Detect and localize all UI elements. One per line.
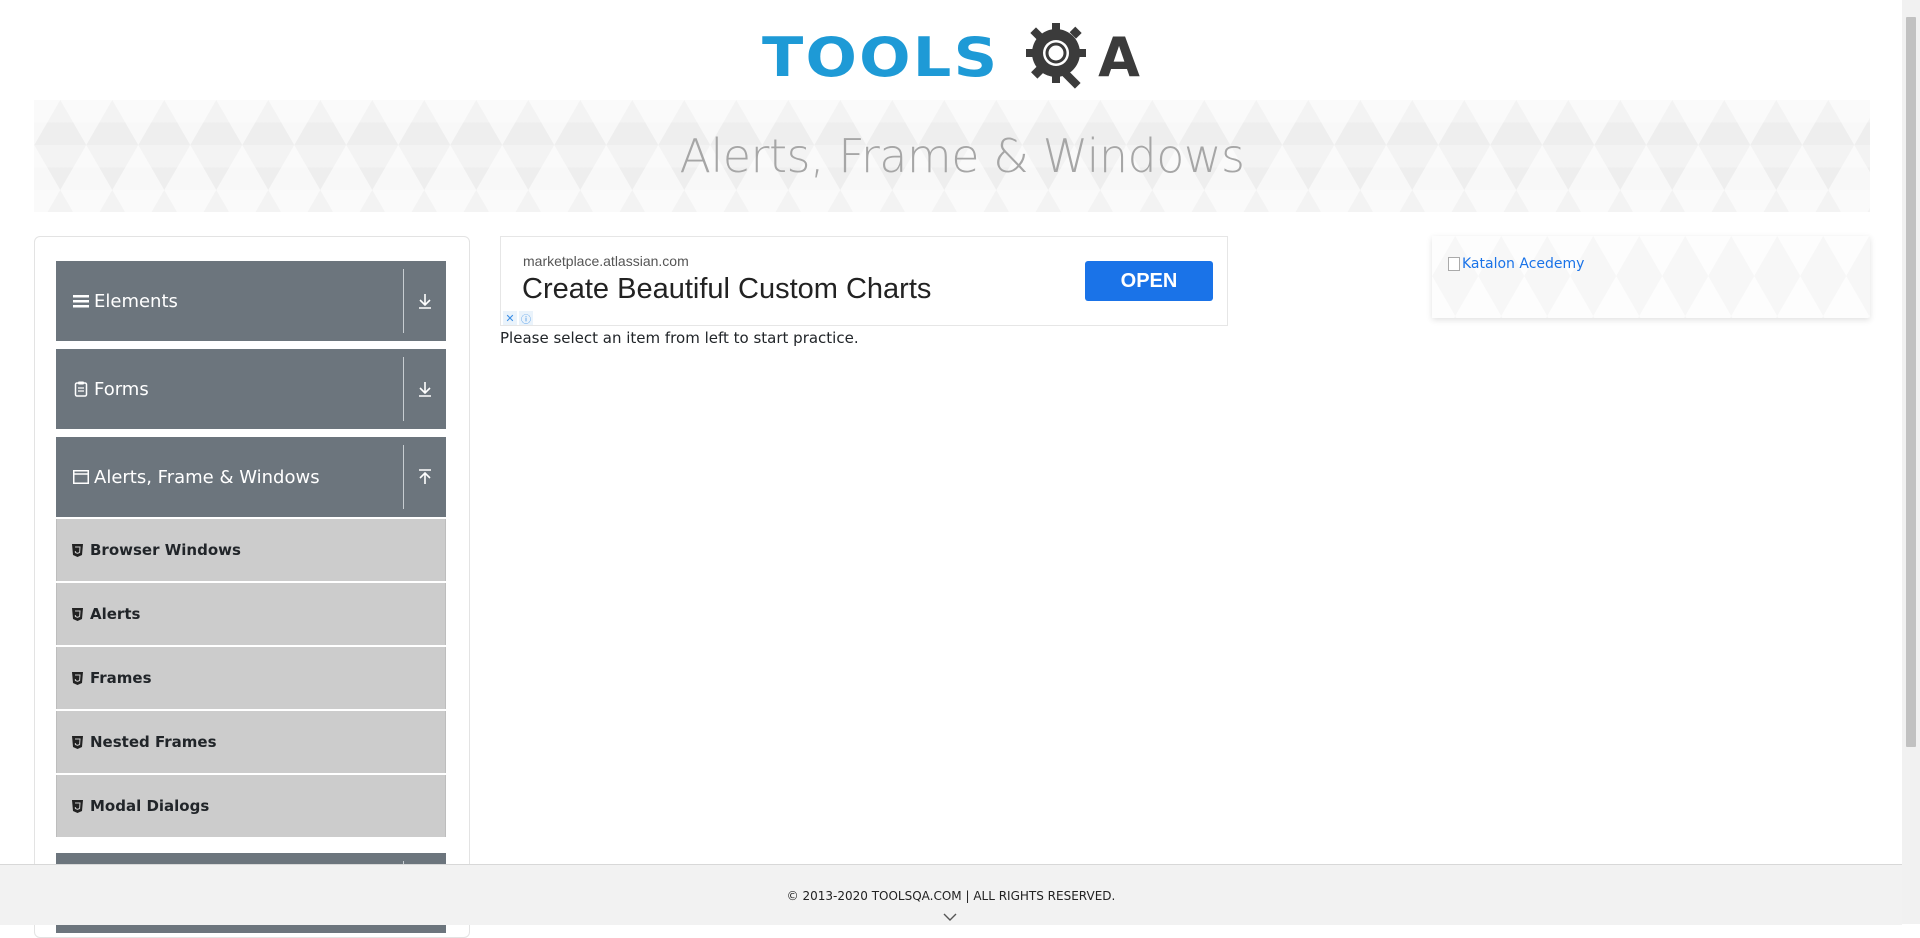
sidebar-item-frames[interactable]: Frames (56, 647, 446, 709)
sidebar-group-label: Forms (94, 378, 149, 400)
ad-info-icon[interactable]: ⓘ (519, 311, 533, 326)
practice-instruction: Please select an item from left to start… (500, 329, 859, 347)
ad-domain[interactable]: marketplace.atlassian.com (523, 253, 689, 269)
divider (403, 357, 404, 421)
right-ad-panel[interactable]: Katalon Acedemy (1432, 236, 1870, 318)
page-banner: Alerts, Frame & Windows (34, 100, 1870, 212)
window-icon (72, 468, 90, 486)
chevron-down-icon[interactable] (942, 911, 958, 923)
ad-banner[interactable]: marketplace.atlassian.com Create Beautif… (500, 236, 1228, 326)
katalon-academy-alt-text: Katalon Acedemy (1462, 256, 1585, 272)
sidebar-item-label: Nested Frames (90, 733, 217, 751)
sidebar-group-label: Elements (94, 290, 178, 312)
sidebar-group-elements[interactable]: Elements (56, 261, 446, 341)
scrollbar-thumb[interactable] (1906, 17, 1916, 747)
html5-icon (70, 542, 84, 558)
download-arrow-icon[interactable] (404, 292, 446, 310)
html5-icon (70, 606, 84, 622)
html5-icon (70, 734, 84, 750)
katalon-academy-link[interactable]: Katalon Acedemy (1448, 256, 1584, 272)
html5-icon (70, 670, 84, 686)
html5-icon (70, 798, 84, 814)
divider (403, 269, 404, 333)
sidebar-item-nested-frames[interactable]: Nested Frames (56, 711, 446, 773)
ad-close-icon[interactable]: ✕ (503, 311, 517, 325)
ad-headline[interactable]: Create Beautiful Custom Charts (522, 273, 931, 306)
divider (403, 445, 404, 509)
footer-copyright: © 2013-2020 TOOLSQA.COM | ALL RIGHTS RES… (786, 889, 1116, 903)
vertical-scrollbar[interactable] (1902, 0, 1920, 924)
sidebar-item-label: Frames (90, 669, 152, 687)
broken-image-icon (1448, 257, 1460, 271)
sidebar-item-label: Modal Dialogs (90, 797, 210, 815)
gear-magnifier-icon (1026, 23, 1087, 89)
page-title: Alerts, Frame & Windows (679, 129, 1245, 183)
clipboard-icon (72, 380, 90, 398)
ad-open-button[interactable]: OPEN (1085, 261, 1213, 301)
bars-icon (72, 292, 90, 310)
sidebar-item-alerts[interactable]: Alerts (56, 583, 446, 645)
sidebar-group-forms[interactable]: Forms (56, 349, 446, 429)
upload-arrow-icon[interactable] (404, 468, 446, 486)
sidebar-item-label: Browser Windows (90, 541, 241, 559)
sidebar: Elements Forms Alerts, Frame & Windows B… (34, 236, 470, 938)
sidebar-item-modal-dialogs[interactable]: Modal Dialogs (56, 775, 446, 837)
toolsqa-logo[interactable]: TOOLS A (762, 18, 1140, 96)
sidebar-item-browser-windows[interactable]: Browser Windows (56, 519, 446, 581)
logo-qa-mark: A (990, 21, 1140, 93)
sidebar-group-alerts-frame-windows[interactable]: Alerts, Frame & Windows (56, 437, 446, 517)
download-arrow-icon[interactable] (404, 380, 446, 398)
header: TOOLS A (0, 0, 1902, 96)
sidebar-item-label: Alerts (90, 605, 141, 623)
logo-text-tools: TOOLS (762, 25, 1000, 89)
sidebar-group-label: Alerts, Frame & Windows (94, 466, 320, 488)
footer: © 2013-2020 TOOLSQA.COM | ALL RIGHTS RES… (0, 864, 1902, 925)
logo-text-a: A (1098, 25, 1140, 89)
